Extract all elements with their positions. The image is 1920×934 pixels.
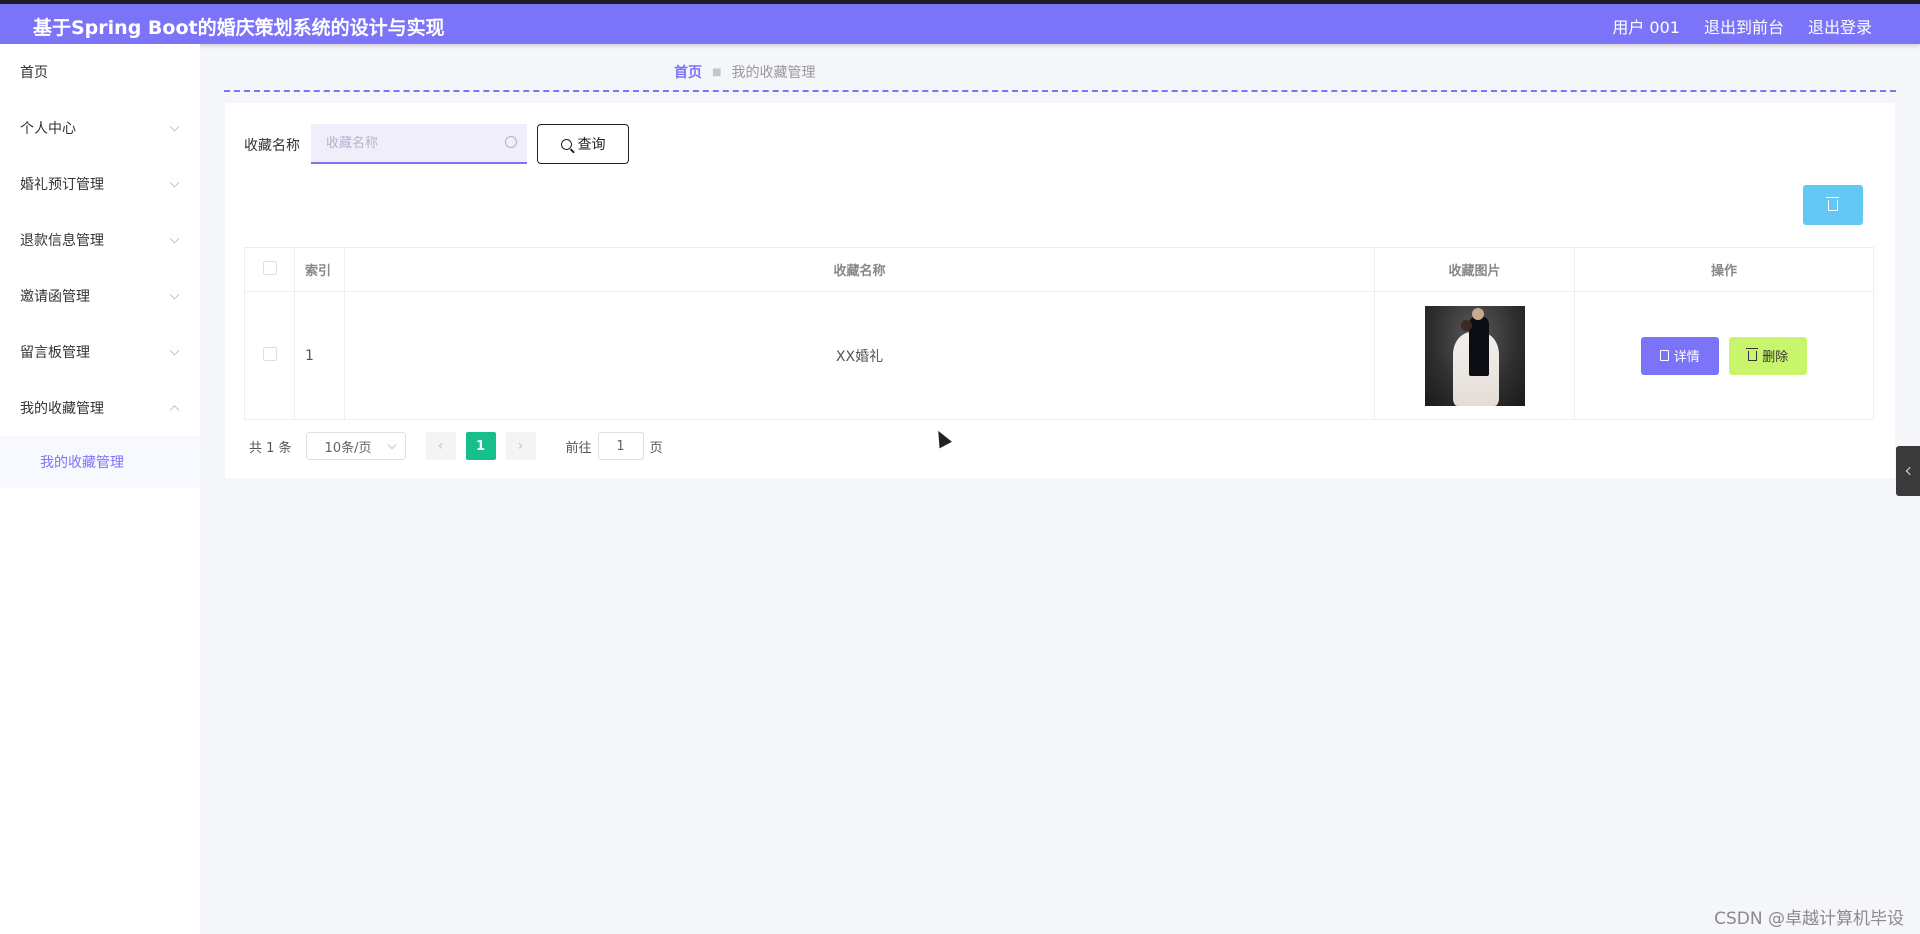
prev-page-button[interactable]: ‹ bbox=[425, 432, 456, 460]
goto-suffix: 页 bbox=[649, 440, 663, 456]
head-shape bbox=[1471, 307, 1484, 320]
header-name: 收藏名称 bbox=[344, 247, 1375, 292]
sidebar-item-label: 退款信息管理 bbox=[20, 233, 104, 249]
trash-icon bbox=[1826, 196, 1839, 211]
sidebar-item-my-favorites[interactable]: 我的收藏管理 bbox=[0, 380, 200, 436]
breadcrumb: 首页 ■ 我的收藏管理 bbox=[674, 62, 815, 82]
chevron-down-icon bbox=[169, 233, 180, 244]
detail-button[interactable]: 详情 bbox=[1640, 336, 1719, 375]
page-number-1[interactable]: 1 bbox=[465, 432, 496, 460]
app-title: 基于Spring Boot的婚庆策划系统的设计与实现 bbox=[33, 17, 445, 39]
side-panel-toggle[interactable] bbox=[1896, 446, 1920, 496]
chevron-right-icon: › bbox=[517, 438, 524, 454]
query-button-label: 查询 bbox=[577, 137, 606, 153]
sidebar-item-home[interactable]: 首页 bbox=[0, 44, 200, 100]
top-links: 用户 001 退出到前台 退出登录 bbox=[1612, 14, 1872, 38]
batch-delete-button[interactable] bbox=[1803, 185, 1863, 225]
search-icon bbox=[560, 138, 572, 150]
sidebar-item-personal-center[interactable]: 个人中心 bbox=[0, 100, 200, 156]
chevron-down-icon bbox=[387, 440, 396, 450]
page-size-select[interactable]: 10条/页 bbox=[305, 432, 406, 460]
chevron-down-icon bbox=[169, 121, 180, 132]
breadcrumb-home[interactable]: 首页 bbox=[674, 62, 702, 82]
table-row: 1 XX婚礼 详情 删除 bbox=[244, 291, 1874, 420]
trash-icon bbox=[1746, 347, 1759, 361]
search-input[interactable] bbox=[311, 124, 527, 162]
next-page-button[interactable]: › bbox=[505, 432, 536, 460]
breadcrumb-separator-icon: ■ bbox=[712, 66, 722, 78]
sidebar-item-label: 邀请函管理 bbox=[20, 289, 90, 305]
top-bar: 基于Spring Boot的婚庆策划系统的设计与实现 用户 001 退出到前台 … bbox=[0, 0, 1920, 44]
main-card: 收藏名称 查询 索引 收藏名称 收藏图片 操作 1 XX婚礼 bbox=[225, 103, 1895, 478]
row-name: XX婚礼 bbox=[344, 291, 1375, 420]
watermark: CSDN @卓越计算机毕设 bbox=[1714, 909, 1904, 929]
pagination: 共 1 条 10条/页 ‹ 1 › 前往 页 bbox=[249, 432, 663, 460]
header-index: 索引 bbox=[294, 247, 345, 292]
suit-shape bbox=[1468, 315, 1489, 376]
total-count: 共 1 条 bbox=[249, 440, 292, 456]
breadcrumb-current: 我的收藏管理 bbox=[731, 65, 816, 81]
sidebar-item-label: 婚礼预订管理 bbox=[20, 177, 104, 193]
sidebar-item-label: 我的收藏管理 bbox=[20, 401, 104, 417]
header-actions: 操作 bbox=[1574, 247, 1874, 292]
chevron-down-icon bbox=[169, 345, 180, 356]
chevron-down-icon bbox=[169, 289, 180, 300]
delete-button-label: 删除 bbox=[1762, 350, 1789, 365]
header-image: 收藏图片 bbox=[1374, 247, 1575, 292]
logout-link[interactable]: 退出登录 bbox=[1808, 14, 1872, 38]
page-size-value: 10条/页 bbox=[324, 440, 372, 456]
favorite-image[interactable] bbox=[1424, 305, 1525, 406]
sidebar-item-label: 留言板管理 bbox=[20, 345, 90, 361]
query-button[interactable]: 查询 bbox=[537, 124, 629, 164]
goto-label: 前往 bbox=[565, 440, 592, 456]
chevron-left-icon bbox=[1905, 466, 1914, 476]
sidebar-item-label: 个人中心 bbox=[20, 121, 76, 137]
row-actions: 详情 删除 bbox=[1574, 291, 1874, 420]
favorites-table: 索引 收藏名称 收藏图片 操作 1 XX婚礼 详情 删除 bbox=[244, 247, 1874, 420]
delete-button[interactable]: 删除 bbox=[1729, 336, 1808, 375]
breadcrumb-divider bbox=[224, 90, 1896, 92]
row-select-cell bbox=[244, 291, 295, 420]
goto-page: 前往 页 bbox=[566, 432, 663, 460]
row-checkbox[interactable] bbox=[262, 346, 277, 361]
sidebar-item-refund-info[interactable]: 退款信息管理 bbox=[0, 212, 200, 268]
table-header-row: 索引 收藏名称 收藏图片 操作 bbox=[244, 247, 1874, 292]
header-select-all bbox=[244, 247, 295, 292]
sidebar: 首页 个人中心 婚礼预订管理 退款信息管理 邀请函管理 留言板管理 我的收藏管理… bbox=[0, 44, 200, 934]
goto-page-input[interactable] bbox=[597, 432, 644, 460]
search-field bbox=[311, 124, 527, 164]
row-image-cell bbox=[1374, 291, 1575, 420]
chevron-left-icon: ‹ bbox=[437, 438, 444, 454]
chevron-down-icon bbox=[169, 177, 180, 188]
document-icon bbox=[1659, 350, 1669, 361]
sidebar-item-invitations[interactable]: 邀请函管理 bbox=[0, 268, 200, 324]
sidebar-item-label: 首页 bbox=[20, 65, 48, 81]
row-index: 1 bbox=[294, 291, 345, 420]
detail-button-label: 详情 bbox=[1673, 350, 1700, 365]
back-to-front-link[interactable]: 退出到前台 bbox=[1704, 14, 1784, 38]
head-shape-2 bbox=[1460, 319, 1472, 331]
current-user[interactable]: 用户 001 bbox=[1612, 14, 1680, 38]
select-all-checkbox[interactable] bbox=[262, 260, 277, 275]
chevron-up-icon bbox=[169, 405, 180, 416]
sidebar-item-wedding-booking[interactable]: 婚礼预订管理 bbox=[0, 156, 200, 212]
sidebar-subitem-my-favorites[interactable]: 我的收藏管理 bbox=[0, 436, 200, 488]
sidebar-item-message-board[interactable]: 留言板管理 bbox=[0, 324, 200, 380]
search-label: 收藏名称 bbox=[244, 138, 300, 154]
search-icon bbox=[505, 136, 517, 148]
